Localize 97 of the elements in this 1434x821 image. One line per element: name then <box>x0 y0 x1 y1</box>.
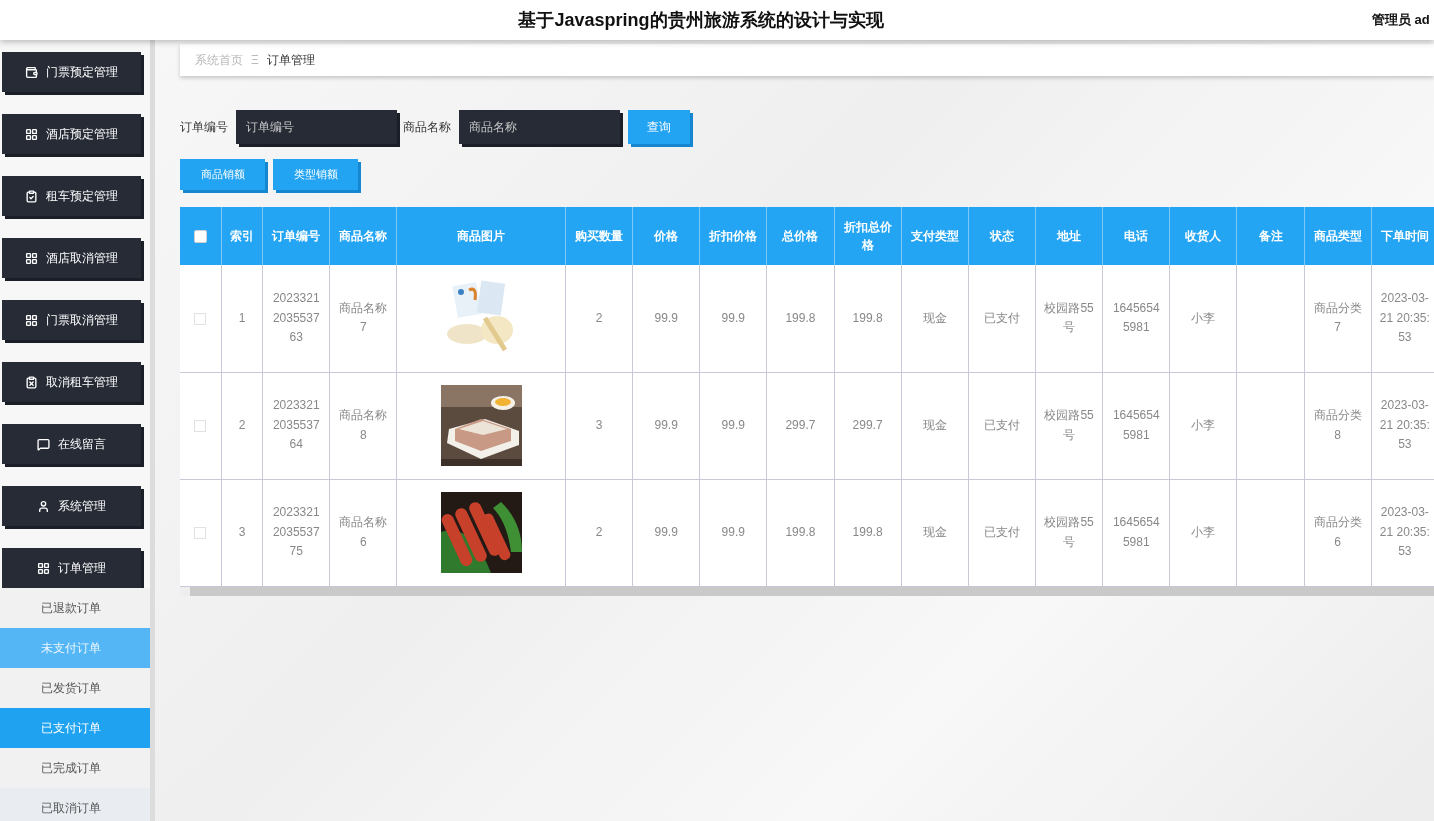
table-cell: 199.8 <box>852 310 883 325</box>
table-cell: 299.7 <box>852 417 883 432</box>
grid-icon <box>37 561 50 575</box>
table-cell: 小李 <box>1191 417 1216 432</box>
sidebar-menu-button[interactable]: 取消租车管理 <box>2 362 141 402</box>
table-cell: 2023-03-21 20:35:53 <box>1379 291 1430 344</box>
user-icon <box>37 499 50 513</box>
table-cell: 16456545981 <box>1112 300 1160 335</box>
clipboard-check-icon <box>25 189 38 203</box>
sidebar-menu-button[interactable]: 酒店取消管理 <box>2 238 141 278</box>
row-checkbox[interactable] <box>194 313 207 326</box>
table-cell: 校园路55号 <box>1044 300 1094 335</box>
row-checkbox[interactable] <box>194 527 207 540</box>
sidebar-menu-button[interactable]: 系统管理 <box>2 486 141 526</box>
table-cell: 现金 <box>922 417 947 432</box>
column-header: 索引 <box>221 207 263 265</box>
table-cell: 2023321203553775 <box>272 505 320 559</box>
table-cell: 已支付 <box>983 310 1020 325</box>
column-header: 状态 <box>968 207 1036 265</box>
grid-icon <box>25 313 38 327</box>
search-field[interactable]: 商品名称 <box>459 110 620 144</box>
table-cell: 商品名称7 <box>339 300 388 335</box>
submenu-item[interactable]: 已取消订单 <box>0 788 150 821</box>
table-cell: 199.8 <box>852 524 883 539</box>
column-header: 商品图片 <box>396 207 566 265</box>
table-cell: 99.9 <box>654 417 678 432</box>
user-name[interactable]: 管理员 ad <box>1372 10 1434 30</box>
column-header: 订单编号 <box>262 207 330 265</box>
table-cell: 现金 <box>922 524 947 539</box>
table-cell: 2 <box>595 524 603 539</box>
app-title: 基于Javaspring的贵州旅游系统的设计与实现 <box>517 8 885 32</box>
column-header: 下单时间 <box>1371 207 1434 265</box>
table-cell: 3 <box>595 417 603 432</box>
submenu-item[interactable]: 已完成订单 <box>0 748 150 788</box>
table-cell: 商品名称6 <box>339 515 388 549</box>
horizontal-scrollbar[interactable] <box>180 586 1434 596</box>
grid-icon <box>25 127 38 141</box>
column-header: 商品类型 <box>1304 207 1372 265</box>
table-cell: 2023-03-21 20:35:53 <box>1379 505 1430 559</box>
row-checkbox[interactable] <box>194 420 207 433</box>
table-cell: 99.9 <box>721 310 745 325</box>
table-cell: 199.8 <box>785 524 816 539</box>
submenu-item[interactable]: 已退款订单 <box>0 588 150 628</box>
table-cell: 99.9 <box>721 524 745 539</box>
table-cell: 商品分类6 <box>1313 515 1362 549</box>
column-header: 总价格 <box>766 207 835 265</box>
table-cell: 2023-03-21 20:35:53 <box>1379 398 1430 452</box>
search-field[interactable]: 订单编号 <box>236 110 397 144</box>
table-cell: 2023321203553763 <box>272 291 320 344</box>
wallet-icon <box>25 65 38 79</box>
select-all-checkbox[interactable] <box>193 230 207 244</box>
table-cell: 商品分类8 <box>1313 408 1362 442</box>
breadcrumb-current: 订单管理 <box>266 52 315 69</box>
column-header: 地址 <box>1035 207 1103 265</box>
submenu-item[interactable]: 已发货订单 <box>0 668 150 708</box>
sidebar-menu-button[interactable]: 门票预定管理 <box>2 52 141 92</box>
column-header: 电话 <box>1102 207 1170 265</box>
sidebar-menu-button[interactable]: 门票取消管理 <box>2 300 141 340</box>
table-cell: 2 <box>595 310 603 325</box>
table-cell: 现金 <box>922 310 947 325</box>
table-cell: 校园路55号 <box>1044 515 1094 549</box>
sidebar-menu-button[interactable]: 租车预定管理 <box>2 176 141 216</box>
table-cell: 小李 <box>1191 310 1216 325</box>
table-cell: 商品名称8 <box>339 408 388 442</box>
field-label: 订单编号 <box>180 119 228 136</box>
table-cell: 已支付 <box>983 524 1020 539</box>
table-cell: 商品分类7 <box>1313 300 1362 335</box>
column-header: 折扣价格 <box>699 207 767 265</box>
table-cell: 小李 <box>1191 524 1216 539</box>
field-label: 商品名称 <box>403 119 451 136</box>
table-cell: 2023321203553764 <box>272 398 320 452</box>
table-cell: 99.9 <box>654 310 678 325</box>
table-cell: 99.9 <box>654 524 678 539</box>
column-header: 价格 <box>632 207 700 265</box>
table-cell: 16456545981 <box>1112 515 1160 549</box>
table-cell: 3 <box>238 524 246 539</box>
column-header: 收货人 <box>1169 207 1237 265</box>
sidebar-menu-button[interactable]: 在线留言 <box>2 424 141 464</box>
message-icon <box>37 437 50 451</box>
column-header: 折扣总价格 <box>834 207 902 265</box>
table-cell: 1 <box>238 310 246 325</box>
table-cell: 16456545981 <box>1112 408 1160 442</box>
breadcrumb-separator: Ξ <box>251 52 259 69</box>
grid-icon <box>25 251 38 265</box>
table-cell: 99.9 <box>721 417 745 432</box>
table-cell: 2 <box>238 417 246 432</box>
table-cell: 199.8 <box>785 310 816 325</box>
table-cell: 已支付 <box>983 417 1020 432</box>
column-header: 购买数量 <box>565 207 633 265</box>
column-header: 备注 <box>1236 207 1305 265</box>
column-header: 支付类型 <box>901 207 969 265</box>
clipboard-x-icon <box>25 375 38 389</box>
table-cell: 299.7 <box>785 417 816 432</box>
sidebar-menu-button[interactable]: 订单管理 <box>2 548 141 588</box>
sidebar-menu-button[interactable]: 酒店预定管理 <box>2 114 141 154</box>
table-cell: 校园路55号 <box>1044 408 1094 442</box>
column-header: 商品名称 <box>329 207 397 265</box>
